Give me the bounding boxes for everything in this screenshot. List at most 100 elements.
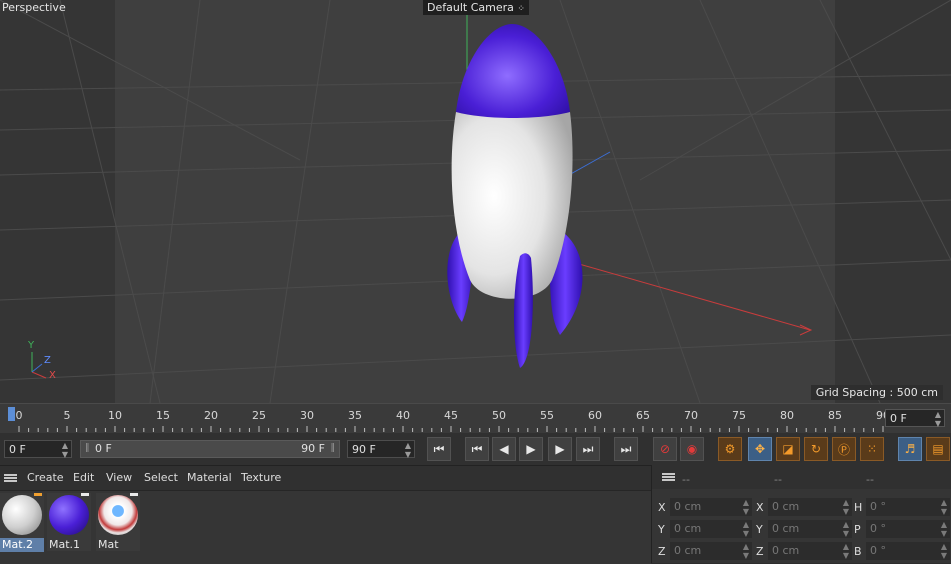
axis-x-label: X [49, 370, 56, 381]
ruler-tick-label: 15 [156, 409, 170, 422]
size-x-label: X [756, 501, 764, 514]
3d-viewport[interactable]: Y Z X Perspective Default Camera ⁘ Grid … [0, 0, 951, 403]
move-icon[interactable]: ✥ [748, 437, 772, 461]
coordinate-manager: -- -- -- X 0 cm ▲ ▼ X 0 cm ▲ ▼ H 0 ° ▲ ▼ Y 0 c… [651, 465, 951, 563]
material-tag-icon [130, 493, 138, 496]
menu-create[interactable]: Create [27, 471, 64, 484]
material-preview [49, 495, 89, 535]
film-icon[interactable]: ▤ [926, 437, 950, 461]
menu-icon[interactable] [4, 474, 17, 482]
range-start-label: 0 F [95, 442, 112, 455]
viewport-grid [0, 0, 951, 403]
camera-dots-icon[interactable]: ⁘ [517, 4, 525, 14]
camera-label[interactable]: Default Camera ⁘ [423, 0, 529, 15]
ruler-tick-label: 40 [396, 409, 410, 422]
material-swatch[interactable]: Mat.2 [0, 493, 44, 552]
ruler-tick-label: 25 [252, 409, 266, 422]
size-y-label: Y [756, 523, 763, 536]
autokey-icon[interactable]: ◉ [680, 437, 704, 461]
material-preview [98, 495, 138, 535]
material-tag-icon [34, 493, 42, 496]
ruler-tick-label: 75 [732, 409, 746, 422]
range-handle-left[interactable]: ‖ [85, 443, 90, 453]
ruler-tick-label: 20 [204, 409, 218, 422]
material-preview [2, 495, 42, 535]
material-tag-icon [81, 493, 89, 496]
material-name[interactable]: Mat.2 [0, 538, 44, 552]
viewport-label[interactable]: Perspective [2, 1, 66, 14]
current-frame-field[interactable]: 0 F ▲ ▼ [885, 409, 945, 428]
rot-p-field[interactable]: 0 ° ▲ ▼ [866, 520, 950, 538]
ruler-scale-marks [18, 426, 884, 432]
coord-header-rotation: -- [866, 473, 874, 486]
ruler-tick-label: 0 [15, 409, 23, 422]
ruler-tick-label: 80 [780, 409, 794, 422]
menu-view[interactable]: View [106, 471, 132, 484]
ruler-tick-label: 55 [540, 409, 554, 422]
ruler-tick-label: 30 [300, 409, 314, 422]
rot-b-field[interactable]: 0 ° ▲ ▼ [866, 542, 950, 560]
play-icon[interactable]: ▶ [519, 437, 543, 461]
material-manager: Create Edit View Select Material Texture… [0, 465, 651, 564]
prev-key-icon[interactable]: ⏮ [465, 437, 489, 461]
go-to-end-icon[interactable]: ⏭ [614, 437, 638, 461]
ruler-tick-label: 70 [684, 409, 698, 422]
axis-z-label: Z [44, 355, 51, 366]
rot-p-label: P [854, 523, 861, 536]
playhead[interactable] [8, 407, 15, 421]
frame-field[interactable]: 0 F ▲ ▼ [4, 440, 72, 459]
rotate-icon[interactable]: ↻ [804, 437, 828, 461]
ruler-tick-label: 10 [108, 409, 122, 422]
pos-y-field[interactable]: 0 cm ▲ ▼ [670, 520, 752, 538]
material-name[interactable]: Mat [96, 538, 140, 552]
menu-select[interactable]: Select [144, 471, 178, 484]
pos-z-field[interactable]: 0 cm ▲ ▼ [670, 542, 752, 560]
next-key-icon[interactable]: ⏭ [576, 437, 600, 461]
scale-icon[interactable]: ◪ [776, 437, 800, 461]
ruler-tick-label: 60 [588, 409, 602, 422]
axis-y-label: Y [28, 340, 35, 351]
sound-icon[interactable]: ♬ [898, 437, 922, 461]
keyframe-selection-icon[interactable]: ⚙ [718, 437, 742, 461]
preview-range-slider[interactable]: ‖ 0 F 90 F ‖ [80, 440, 340, 458]
grid-spacing-readout: Grid Spacing : 500 cm [810, 385, 943, 400]
coord-menu-icon[interactable] [662, 473, 675, 481]
record-keys-icon[interactable]: ⊘ [653, 437, 677, 461]
range-end-label: 90 F [301, 442, 325, 455]
ruler-tick-label: 85 [828, 409, 842, 422]
max-frame-field[interactable]: 90 F ▲ ▼ [347, 440, 415, 459]
go-to-start-icon[interactable]: ⏮ [427, 437, 451, 461]
size-z-label: Z [756, 545, 764, 558]
parameter-icon[interactable]: Ⓟ [832, 437, 856, 461]
point-level-icon[interactable]: ⁙ [860, 437, 884, 461]
size-z-field[interactable]: 0 cm ▲ ▼ [768, 542, 852, 560]
prev-frame-icon[interactable]: ◀ [492, 437, 516, 461]
pos-y-label: Y [658, 523, 665, 536]
coord-header-position: -- [682, 473, 690, 486]
ruler-tick-label: 45 [444, 409, 458, 422]
ruler-tick-label: 5 [63, 409, 71, 422]
menu-texture[interactable]: Texture [241, 471, 281, 484]
rot-h-label: H [854, 501, 863, 514]
pos-z-label: Z [658, 545, 666, 558]
size-x-field[interactable]: 0 cm ▲ ▼ [768, 498, 852, 516]
material-menu-bar: Create Edit View Select Material Texture [0, 466, 651, 491]
next-frame-icon[interactable]: ▶ [548, 437, 572, 461]
menu-edit[interactable]: Edit [73, 471, 94, 484]
coord-header: -- -- -- [652, 465, 951, 489]
ruler-tick-label: 65 [636, 409, 650, 422]
rot-b-label: B [854, 545, 862, 558]
size-y-field[interactable]: 0 cm ▲ ▼ [768, 520, 852, 538]
material-swatch[interactable]: Mat [96, 493, 140, 551]
rot-h-field[interactable]: 0 ° ▲ ▼ [866, 498, 950, 516]
ruler-tick-label: 35 [348, 409, 362, 422]
range-handle-right[interactable]: ‖ [331, 443, 336, 453]
menu-material[interactable]: Material [187, 471, 232, 484]
material-name[interactable]: Mat.1 [47, 538, 91, 552]
material-swatch[interactable]: Mat.1 [47, 493, 91, 551]
ruler-tick-label: 50 [492, 409, 506, 422]
pos-x-label: X [658, 501, 666, 514]
camera-name: Default Camera [427, 1, 514, 14]
pos-x-field[interactable]: 0 cm ▲ ▼ [670, 498, 752, 516]
timeline-ruler[interactable]: 0 5 10 15 20 25 30 35 40 45 50 55 60 65 70 75 80 85 90 [0, 403, 951, 434]
